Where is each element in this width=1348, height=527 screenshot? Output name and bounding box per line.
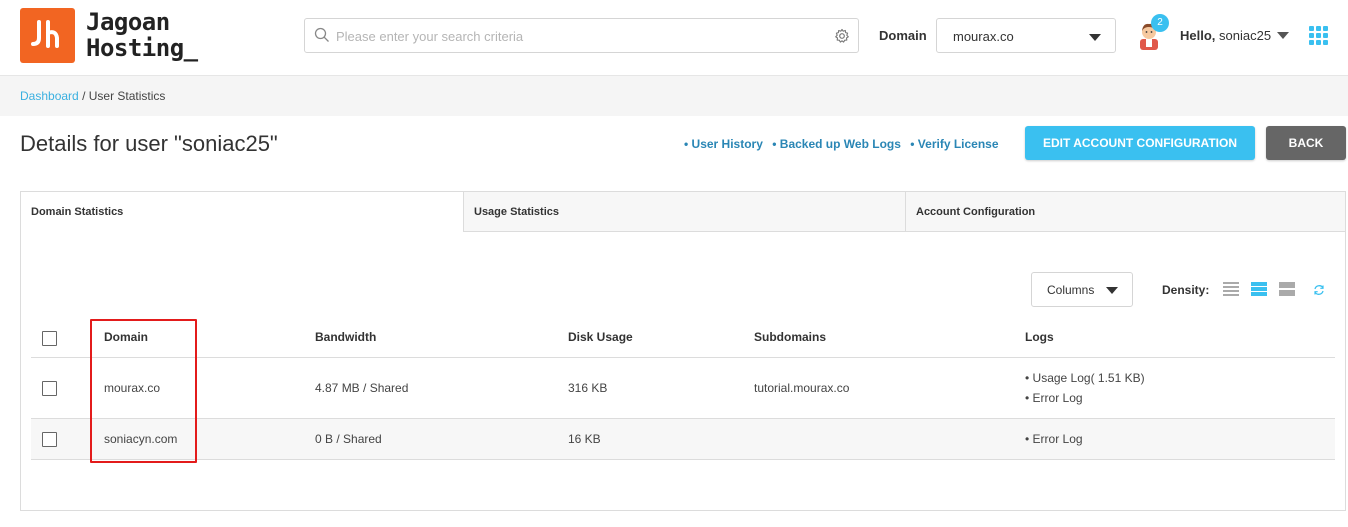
subdomains-cell: tutorial.mourax.co [754, 381, 850, 395]
density-compact-icon[interactable] [1223, 282, 1239, 296]
tab-usage-statistics[interactable]: Usage Statistics [463, 192, 905, 232]
column-header-logs[interactable]: Logs [1025, 330, 1054, 344]
page-title: Details for user "soniac25" [20, 131, 278, 156]
search-box[interactable] [304, 18, 859, 53]
search-icon [314, 27, 329, 42]
tab-account-configuration[interactable]: Account Configuration [905, 192, 1345, 232]
greeting-text: Hello, [1180, 28, 1216, 43]
domain-cell[interactable]: mourax.co [104, 381, 160, 395]
breadcrumb: Dashboard / User Statistics [20, 89, 165, 103]
domain-label: Domain [879, 28, 927, 43]
domain-select-value: mourax.co [953, 29, 1014, 44]
logs-cell: • Error Log [1025, 429, 1083, 449]
back-button[interactable]: BACK [1266, 126, 1346, 160]
breadcrumb-bar: Dashboard / User Statistics [0, 76, 1348, 116]
user-menu-caret-icon[interactable] [1277, 32, 1289, 39]
apps-grid-icon[interactable] [1309, 26, 1329, 46]
row-checkbox[interactable] [42, 432, 57, 447]
column-header-bandwidth[interactable]: Bandwidth [315, 330, 376, 344]
usage-log-link[interactable]: • Usage Log( 1.51 KB) [1025, 371, 1145, 385]
bandwidth-cell: 4.87 MB / Shared [315, 381, 409, 395]
density-medium-icon[interactable] [1251, 282, 1267, 296]
density-comfortable-icon[interactable] [1279, 282, 1295, 296]
column-header-disk-usage[interactable]: Disk Usage [568, 330, 633, 344]
top-header: Jagoan Hosting_ Domain mourax.co 2 Hello… [0, 0, 1348, 76]
username: soniac25 [1219, 28, 1272, 43]
refresh-icon[interactable] [1313, 284, 1325, 296]
error-log-link[interactable]: • Error Log [1025, 432, 1083, 446]
column-header-subdomains[interactable]: Subdomains [754, 330, 826, 344]
breadcrumb-current: User Statistics [88, 89, 166, 103]
breadcrumb-dashboard-link[interactable]: Dashboard [20, 89, 79, 103]
density-label: Density: [1162, 283, 1210, 297]
columns-button-label: Columns [1047, 282, 1095, 297]
columns-button[interactable]: Columns [1031, 272, 1133, 307]
tab-domain-statistics[interactable]: Domain Statistics [21, 192, 463, 232]
bandwidth-cell: 0 B / Shared [315, 432, 382, 446]
brand-logo[interactable] [20, 8, 75, 63]
table-row: soniacyn.com 0 B / Shared 16 KB • Error … [31, 419, 1335, 460]
brand-line-1: Jagoan [86, 8, 170, 36]
breadcrumb-separator: / [82, 89, 86, 103]
row-checkbox[interactable] [42, 381, 57, 396]
disk-usage-cell: 16 KB [568, 432, 601, 446]
chevron-down-icon [1106, 287, 1118, 294]
notification-badge[interactable]: 2 [1151, 14, 1169, 32]
table-header: Domain Bandwidth Disk Usage Subdomains L… [31, 318, 1335, 358]
search-input[interactable] [336, 26, 826, 46]
error-log-link[interactable]: • Error Log [1025, 391, 1083, 405]
user-greeting[interactable]: Hello, soniac25 [1180, 28, 1271, 43]
logs-cell: • Usage Log( 1.51 KB) • Error Log [1025, 368, 1145, 408]
backed-up-web-logs-link[interactable]: • Backed up Web Logs [772, 137, 901, 151]
quick-links: • User History • Backed up Web Logs • Ve… [684, 137, 1005, 151]
column-header-domain[interactable]: Domain [104, 330, 148, 344]
statistics-panel: Domain Statistics Usage Statistics Accou… [20, 191, 1346, 511]
logo-mark-icon [31, 20, 59, 48]
user-history-link[interactable]: • User History [684, 137, 763, 151]
edit-account-configuration-button[interactable]: EDIT ACCOUNT CONFIGURATION [1025, 126, 1255, 160]
brand-line-2: Hosting_ [86, 34, 198, 62]
brand-name: Jagoan Hosting_ [86, 9, 198, 61]
select-all-checkbox[interactable] [42, 331, 57, 346]
gear-icon[interactable] [834, 28, 850, 44]
domain-select[interactable]: mourax.co [936, 18, 1116, 53]
domain-cell[interactable]: soniacyn.com [104, 432, 177, 446]
disk-usage-cell: 316 KB [568, 381, 608, 395]
chevron-down-icon [1089, 34, 1101, 41]
verify-license-link[interactable]: • Verify License [910, 137, 998, 151]
table-row: mourax.co 4.87 MB / Shared 316 KB tutori… [31, 358, 1335, 419]
